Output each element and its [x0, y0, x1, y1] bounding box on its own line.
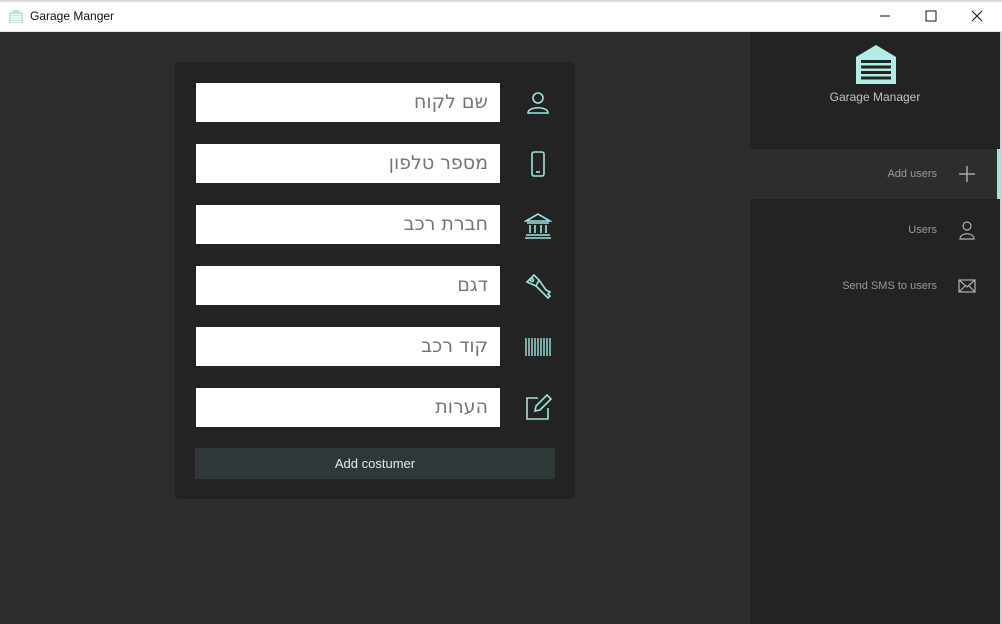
garage-logo-icon [856, 45, 896, 84]
user-icon [957, 220, 977, 240]
minimize-icon [880, 15, 890, 17]
add-customer-button-label: Add costumer [334, 456, 416, 471]
close-icon [971, 10, 983, 22]
maximize-button[interactable] [908, 0, 954, 32]
key-icon [523, 271, 553, 301]
notes-input[interactable] [196, 388, 500, 427]
sidebar-item-label: Send SMS to users [842, 280, 937, 292]
plus-icon [957, 164, 977, 184]
person-icon [523, 88, 553, 118]
sidebar-item-send-sms[interactable]: Send SMS to users [750, 261, 1000, 311]
window-titlebar: Garage Manger [0, 0, 1002, 32]
garage-app-icon [9, 9, 23, 23]
minimize-button[interactable] [862, 0, 908, 32]
sidebar-item-label: Add users [887, 168, 937, 180]
car-company-input[interactable] [196, 205, 500, 244]
logo-text: Garage Manager [829, 90, 921, 104]
sidebar-item-users[interactable]: Users [750, 205, 1000, 255]
customer-name-input[interactable] [196, 83, 500, 122]
car-code-input[interactable] [196, 327, 500, 366]
sidebar: Garage Manager Add users Users Send SMS … [750, 32, 1000, 624]
sidebar-item-add-users[interactable]: Add users [750, 149, 1000, 199]
phone-input[interactable] [196, 144, 500, 183]
titlebar-top-strip [0, 0, 1002, 2]
close-button[interactable] [954, 0, 1000, 32]
add-customer-button[interactable]: Add costumer [195, 448, 555, 479]
customer-form-card: Add costumer [175, 62, 575, 499]
model-input[interactable] [196, 266, 500, 305]
barcode-icon [523, 332, 553, 362]
window-title: Garage Manger [30, 9, 115, 23]
mail-icon [957, 276, 977, 296]
sidebar-item-label: Users [908, 224, 937, 236]
maximize-icon [925, 10, 937, 22]
phone-icon [523, 149, 553, 179]
edit-icon [523, 392, 553, 422]
building-icon [523, 210, 553, 240]
